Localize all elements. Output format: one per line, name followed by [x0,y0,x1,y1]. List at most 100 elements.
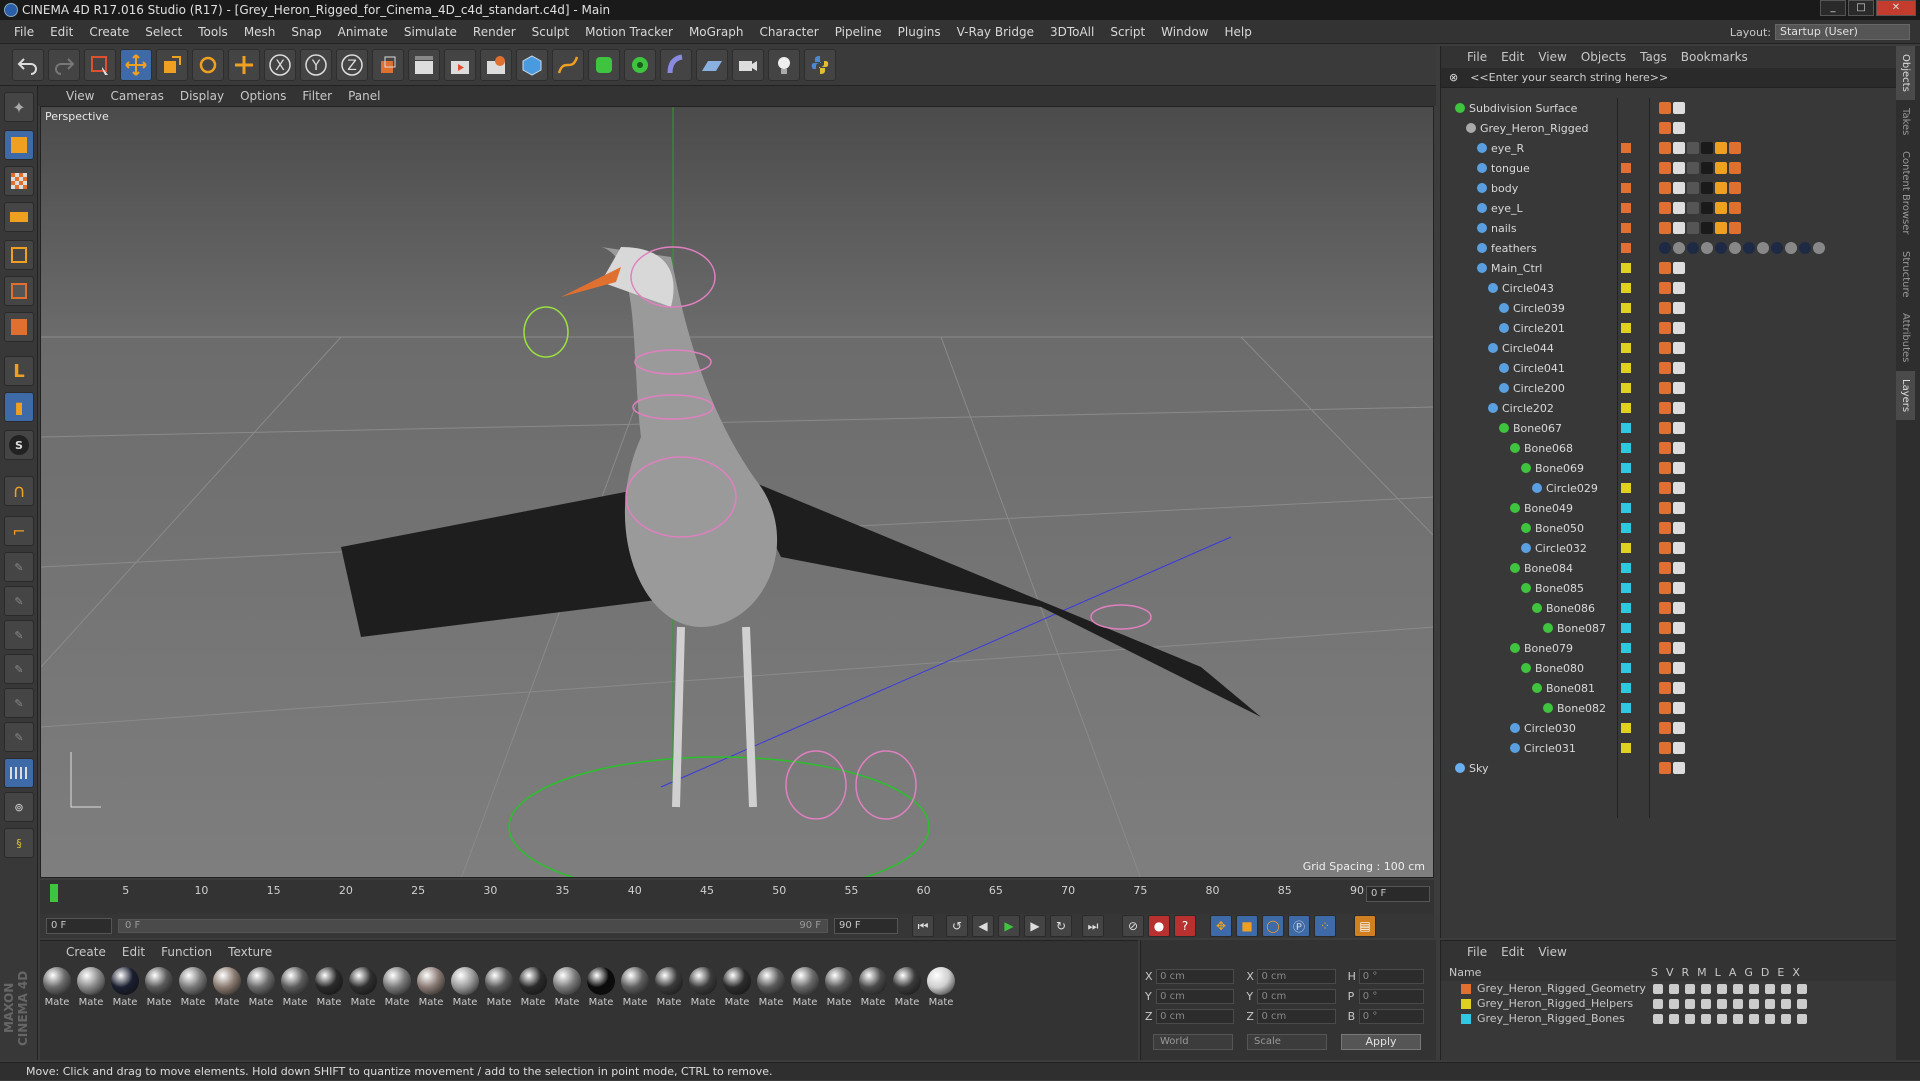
make-editable-button[interactable]: ✦ [4,92,34,122]
tag-icon[interactable] [1673,622,1685,634]
tag-icon[interactable] [1659,382,1671,394]
main-ctrl-circle[interactable] [508,756,930,878]
side-tab-content-browser[interactable]: Content Browser [1896,143,1915,242]
tweak-mode-button[interactable]: ▮ [4,392,34,422]
layer-color-swatch[interactable] [1621,203,1631,213]
menu-character[interactable]: Character [751,25,826,39]
layer-color-swatch[interactable] [1461,998,1471,1009]
maximize-button[interactable]: □ [1848,0,1874,16]
tag-icon[interactable] [1659,402,1671,414]
spine-ctrl-circles[interactable] [625,246,1152,820]
go-to-start-button[interactable]: ⏮ [912,915,934,937]
tag-icon[interactable] [1659,122,1671,134]
brush-tool-3[interactable]: ✎ [4,620,34,650]
material-swatch[interactable]: Mate [484,967,514,1008]
position-key-button[interactable]: ✥ [1210,915,1232,937]
menu-script[interactable]: Script [1102,25,1153,39]
material-swatch[interactable]: Mate [892,967,922,1008]
tag-icon[interactable] [1659,722,1671,734]
object-menu-file[interactable]: File [1467,50,1487,64]
move-tool-button[interactable] [120,48,152,81]
axis-mode-button[interactable]: L [4,356,34,386]
layer-color-swatch[interactable] [1621,543,1631,553]
tag-icon[interactable] [1659,682,1671,694]
layer-color-swatch[interactable] [1621,663,1631,673]
object-menu-bookmarks[interactable]: Bookmarks [1681,50,1748,64]
redo-button[interactable] [48,48,80,81]
tag-icon[interactable] [1673,282,1685,294]
layer-row[interactable]: Grey_Heron_Rigged_Bones [1441,1011,1896,1026]
layer-column-s[interactable]: S [1651,966,1658,979]
render-settings-button[interactable] [480,48,512,81]
layer-color-swatch[interactable] [1621,303,1631,313]
texture-mode-button[interactable] [4,166,34,196]
object-row[interactable]: tongue [1441,158,1881,178]
tag-icon[interactable] [1673,442,1685,454]
object-name[interactable]: body [1477,182,1518,195]
side-tab-attributes[interactable]: Attributes [1896,305,1915,370]
tag-icon[interactable] [1659,182,1671,194]
menu-render[interactable]: Render [465,25,524,39]
object-row[interactable]: Bone086 [1441,598,1881,618]
layer-color-swatch[interactable] [1621,503,1631,513]
object-row[interactable]: Subdivision Surface [1441,98,1881,118]
scale-tool-button[interactable] [156,48,188,81]
layer-flag-toggle[interactable] [1669,983,1679,994]
right-wing[interactable] [741,477,1261,717]
object-name[interactable]: Bone085 [1521,582,1584,595]
tag-icon[interactable] [1673,642,1685,654]
object-name[interactable]: Circle041 [1499,362,1565,375]
material-swatch[interactable]: Mate [348,967,378,1008]
spline-pen-button[interactable] [552,48,584,81]
object-name[interactable]: Circle039 [1499,302,1565,315]
tag-icon[interactable] [1659,422,1671,434]
layer-color-swatch[interactable] [1461,1013,1471,1024]
tag-icon[interactable] [1659,662,1671,674]
viewport-perspective[interactable]: Perspective Grid Spacing : 100 cm [40,106,1434,878]
tag-icon[interactable] [1659,362,1671,374]
object-name[interactable]: Bone049 [1510,502,1573,515]
tag-icon[interactable] [1701,222,1713,234]
layer-color-swatch[interactable] [1621,263,1631,273]
object-row[interactable]: Circle200 [1441,378,1881,398]
tag-icon[interactable] [1659,342,1671,354]
object-name[interactable]: Grey_Heron_Rigged [1466,122,1589,135]
heron-beak[interactable] [561,267,621,297]
tag-icon[interactable] [1659,282,1671,294]
object-name[interactable]: Circle201 [1499,322,1565,335]
tag-icon[interactable] [1729,202,1741,214]
menu-3dtoall[interactable]: 3DToAll [1042,25,1102,39]
layer-color-swatch[interactable] [1621,143,1631,153]
layer-name[interactable]: Grey_Heron_Rigged_Helpers [1477,997,1633,1010]
viewport-menu-panel[interactable]: Panel [348,89,380,103]
layer-flag-toggle[interactable] [1733,1013,1743,1024]
brush-tool-1[interactable]: ✎ [4,552,34,582]
material-swatch[interactable]: Mate [552,967,582,1008]
heron-legs[interactable] [672,626,757,808]
object-row[interactable]: Circle029 [1441,478,1881,498]
tag-icon[interactable] [1715,242,1727,254]
layer-color-swatch[interactable] [1621,583,1631,593]
play-button[interactable]: ▶ [998,915,1020,937]
snap-button[interactable]: ⌐ [4,516,34,546]
parameter-key-button[interactable]: Ⓟ [1288,915,1310,937]
object-row[interactable]: Sky [1441,758,1881,778]
tag-icon[interactable] [1673,362,1685,374]
menu-mograph[interactable]: MoGraph [681,25,752,39]
render-picture-viewer-button[interactable] [444,48,476,81]
polygon-mode-button[interactable] [4,312,34,342]
layer-column-l[interactable]: L [1715,966,1721,979]
layer-color-swatch[interactable] [1621,463,1631,473]
object-name[interactable]: Bone079 [1510,642,1573,655]
tag-icon[interactable] [1673,482,1685,494]
layer-flag-toggle[interactable] [1701,1013,1711,1024]
rotation-b-field[interactable]: 0 ° [1358,1008,1425,1024]
layer-color-swatch[interactable] [1621,443,1631,453]
tag-icon[interactable] [1659,502,1671,514]
side-tab-structure[interactable]: Structure [1896,243,1915,306]
workplane-mode-button[interactable] [4,202,34,232]
tag-icon[interactable] [1659,602,1671,614]
timeline-ruler[interactable]: 051015202530354045505560657075808590 0 F [40,880,1434,914]
object-name[interactable]: Bone087 [1543,622,1606,635]
workplane-lock-button[interactable]: ⊚ [4,792,34,822]
